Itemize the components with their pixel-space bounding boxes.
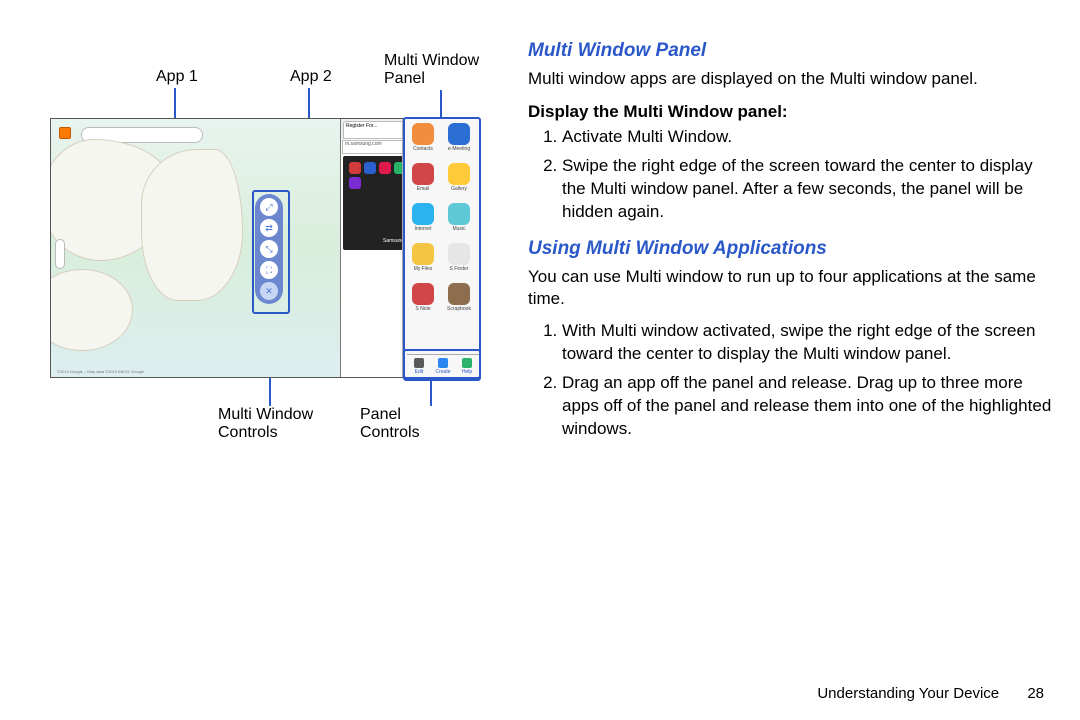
multi-window-figure: App 1 App 2 Multi Window Panel bbox=[40, 40, 500, 480]
mw-control-icon: ⛶ bbox=[260, 261, 278, 279]
app-1-map: ©2014 Google – Map data ©2014 INEGI, Goo… bbox=[51, 119, 340, 377]
footer-section: Understanding Your Device bbox=[817, 685, 999, 702]
list-item: Activate Multi Window. bbox=[562, 126, 1056, 149]
mw-control-icon: ⤡ bbox=[260, 240, 278, 258]
promo-app-icon bbox=[379, 162, 391, 174]
callout-app1: App 1 bbox=[156, 68, 198, 86]
callout-app2: App 2 bbox=[290, 68, 332, 86]
using-steps-list: With Multi window activated, swipe the r… bbox=[528, 320, 1056, 441]
leader-line bbox=[430, 378, 432, 406]
mw-control-close-icon: ✕ bbox=[260, 282, 278, 300]
map-locator-icon bbox=[59, 127, 71, 139]
list-item: Drag an app off the panel and release. D… bbox=[562, 372, 1056, 441]
list-item: Swipe the right edge of the screen towar… bbox=[562, 155, 1056, 224]
heading-multi-window-panel: Multi Window Panel bbox=[528, 40, 1056, 62]
mw-control-icon: ⤢ bbox=[260, 198, 278, 216]
promo-app-icon bbox=[364, 162, 376, 174]
display-steps-list: Activate Multi Window. Swipe the right ed… bbox=[528, 126, 1056, 224]
mw-control-icon: ⇄ bbox=[260, 219, 278, 237]
leader-line bbox=[269, 378, 271, 406]
map-zoom-icon bbox=[55, 239, 65, 269]
callout-panel-controls: Panel Controls bbox=[360, 406, 420, 441]
highlight-apps-panel bbox=[403, 117, 481, 381]
using-intro-text: You can use Multi window to run up to fo… bbox=[528, 266, 1056, 310]
promo-app-icon bbox=[349, 177, 361, 189]
callout-mw-panel: Multi Window Panel bbox=[384, 52, 494, 87]
panel-intro-text: Multi window apps are displayed on the M… bbox=[528, 68, 1056, 90]
map-attribution: ©2014 Google – Map data ©2014 INEGI, Goo… bbox=[57, 369, 144, 374]
highlight-panel-controls bbox=[403, 349, 481, 379]
multi-window-controls: ⤢ ⇄ ⤡ ⛶ ✕ bbox=[255, 194, 283, 304]
list-item: With Multi window activated, swipe the r… bbox=[562, 320, 1056, 366]
leader-line bbox=[174, 88, 176, 118]
page-footer: Understanding Your Device 28 bbox=[817, 685, 1044, 702]
subheading-display-panel: Display the Multi Window panel: bbox=[528, 102, 1056, 122]
leader-line bbox=[440, 90, 442, 120]
leader-line bbox=[308, 88, 310, 118]
promo-app-icon bbox=[349, 162, 361, 174]
heading-using-mw-apps: Using Multi Window Applications bbox=[528, 238, 1056, 260]
callout-mw-controls: Multi Window Controls bbox=[218, 406, 328, 441]
footer-page-number: 28 bbox=[1027, 685, 1044, 702]
browser-tab: Register For... bbox=[343, 121, 409, 139]
